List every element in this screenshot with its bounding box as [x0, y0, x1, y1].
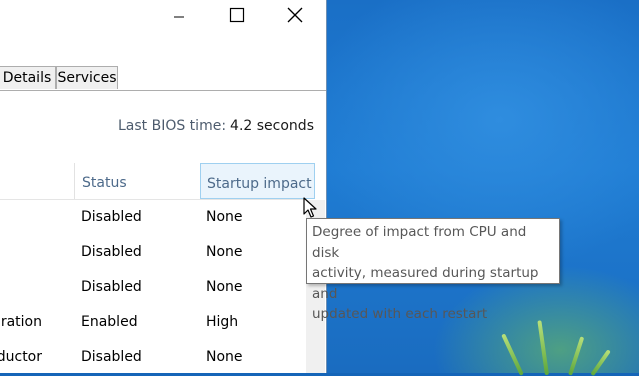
- grass-blade: [568, 336, 585, 376]
- column-header-startup-impact[interactable]: Startup impact: [200, 163, 315, 199]
- bios-time: Last BIOS time: 4.2 seconds: [0, 118, 314, 134]
- grass-blade: [501, 333, 524, 376]
- row-status: Disabled: [81, 349, 142, 365]
- row-impact: None: [206, 244, 243, 260]
- row-impact: None: [206, 209, 243, 225]
- minimize-button[interactable]: [156, 0, 202, 30]
- row-status: Enabled: [81, 314, 138, 330]
- row-name: ration: [0, 314, 42, 330]
- tooltip-line: updated with each restart: [312, 306, 488, 322]
- table-row[interactable]: Disabled None: [0, 200, 306, 235]
- table-row[interactable]: nductor Disabled None: [0, 340, 306, 375]
- close-icon: [287, 7, 303, 23]
- table-row[interactable]: Disabled None: [0, 235, 306, 270]
- row-status: Disabled: [81, 244, 142, 260]
- row-impact: High: [206, 314, 239, 330]
- tab-services[interactable]: Services: [56, 66, 118, 89]
- tooltip-line: activity, measured during startup and: [312, 265, 539, 302]
- maximize-button[interactable]: [214, 0, 260, 30]
- title-bar: [0, 0, 326, 30]
- task-manager-window: Details Services Last BIOS time: 4.2 seco…: [0, 0, 327, 373]
- grass-blade: [590, 349, 611, 376]
- row-impact: None: [206, 279, 243, 295]
- minimize-icon: [174, 16, 184, 18]
- close-button[interactable]: [272, 0, 318, 30]
- tooltip-line: Degree of impact from CPU and disk: [312, 224, 527, 261]
- column-header-status[interactable]: Status: [74, 163, 199, 199]
- tab-strip: Details Services: [0, 66, 326, 91]
- startup-impact-tooltip: Degree of impact from CPU and disk activ…: [306, 218, 560, 322]
- row-impact: None: [206, 349, 243, 365]
- maximize-icon: [229, 7, 245, 23]
- row-status: Disabled: [81, 209, 142, 225]
- table-row[interactable]: ration Enabled High: [0, 305, 306, 340]
- table-row[interactable]: Disabled None: [0, 270, 306, 305]
- mouse-cursor-icon: [303, 197, 317, 218]
- tab-details[interactable]: Details: [0, 66, 56, 89]
- grass-blade: [537, 320, 549, 376]
- row-status: Disabled: [81, 279, 142, 295]
- row-name: nductor: [0, 349, 42, 365]
- bios-time-value: 4.2 seconds: [230, 118, 314, 134]
- bios-time-label: Last BIOS time:: [117, 118, 227, 134]
